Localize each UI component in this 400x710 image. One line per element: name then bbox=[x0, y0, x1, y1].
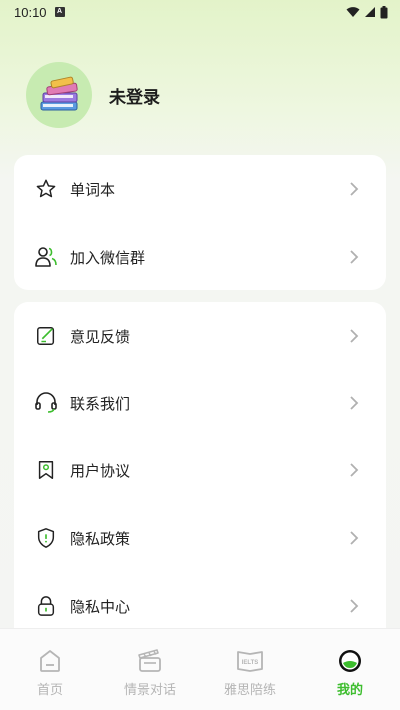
bottom-tab-bar: 首页 情景对话 IELTS 雅思陪练 我的 bbox=[0, 628, 400, 710]
ielts-book-icon: IELTS bbox=[236, 647, 264, 675]
chevron-right-icon bbox=[350, 531, 359, 545]
menu-card-secondary: 意见反馈 联系我们 用户协议 隐私政策 隐私中心 bbox=[14, 302, 386, 642]
tab-label: 我的 bbox=[336, 683, 363, 698]
menu-card-primary: 单词本 加入微信群 bbox=[14, 155, 386, 290]
tab-ielts-practice[interactable]: IELTS 雅思陪练 bbox=[200, 629, 300, 710]
menu-item-label: 单词本 bbox=[70, 180, 116, 199]
chevron-right-icon bbox=[350, 599, 359, 613]
wifi-icon bbox=[346, 7, 360, 17]
star-icon bbox=[34, 177, 58, 201]
menu-item-label: 联系我们 bbox=[70, 394, 131, 413]
ielts-badge-text: IELTS bbox=[242, 660, 259, 666]
menu-item-privacy-center[interactable]: 隐私中心 bbox=[14, 581, 386, 631]
menu-item-wordbook[interactable]: 单词本 bbox=[14, 164, 386, 214]
feedback-icon bbox=[34, 324, 58, 348]
tab-mine[interactable]: 我的 bbox=[300, 629, 400, 710]
login-status-text[interactable]: 未登录 bbox=[109, 83, 160, 108]
menu-item-feedback[interactable]: 意见反馈 bbox=[14, 311, 386, 361]
tab-label: 情景对话 bbox=[123, 683, 176, 698]
status-time: 10:10 bbox=[14, 4, 47, 20]
tab-scene-dialogue[interactable]: 情景对话 bbox=[100, 629, 200, 710]
chevron-right-icon bbox=[350, 182, 359, 196]
battery-icon bbox=[380, 5, 388, 18]
group-icon bbox=[34, 245, 58, 269]
chevron-right-icon bbox=[350, 463, 359, 477]
menu-item-user-agreement[interactable]: 用户协议 bbox=[14, 445, 386, 495]
menu-item-contact-us[interactable]: 联系我们 bbox=[14, 378, 386, 428]
chevron-right-icon bbox=[350, 329, 359, 343]
menu-item-label: 加入微信群 bbox=[70, 248, 146, 267]
shield-icon bbox=[34, 526, 58, 550]
home-icon bbox=[36, 647, 64, 675]
menu-item-label: 意见反馈 bbox=[70, 327, 131, 346]
status-bar: 10:10 A bbox=[0, 0, 400, 24]
notification-a-icon: A bbox=[54, 7, 65, 17]
menu-item-label: 用户协议 bbox=[70, 461, 131, 480]
chevron-right-icon bbox=[350, 396, 359, 410]
menu-item-join-wechat-group[interactable]: 加入微信群 bbox=[14, 232, 386, 282]
menu-item-label: 隐私中心 bbox=[70, 597, 131, 616]
headset-icon bbox=[34, 391, 58, 415]
profile-header[interactable]: 未登录 bbox=[26, 61, 160, 129]
tab-label: 雅思陪练 bbox=[223, 683, 276, 698]
tab-home[interactable]: 首页 bbox=[0, 629, 100, 710]
clapper-icon bbox=[136, 647, 164, 675]
chevron-right-icon bbox=[350, 250, 359, 264]
signal-icon bbox=[365, 7, 375, 17]
menu-item-privacy-policy[interactable]: 隐私政策 bbox=[14, 513, 386, 563]
lock-icon bbox=[34, 594, 58, 618]
tab-label: 首页 bbox=[36, 683, 63, 698]
books-icon bbox=[40, 76, 78, 111]
profile-icon bbox=[336, 647, 364, 675]
bookmark-icon bbox=[34, 458, 58, 482]
avatar[interactable] bbox=[26, 62, 92, 128]
menu-item-label: 隐私政策 bbox=[70, 529, 131, 548]
